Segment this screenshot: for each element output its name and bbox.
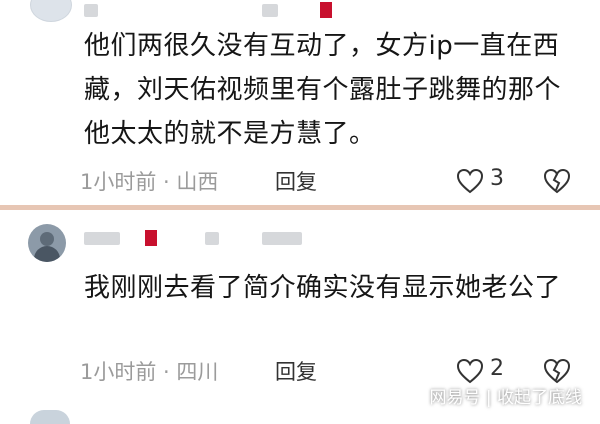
blurred-badge [205,232,219,245]
like-count: 2 [490,356,504,381]
user-badge-icon [320,2,332,18]
blurred-username [84,4,98,17]
like-icon[interactable] [456,168,484,194]
reply-button[interactable]: 回复 [275,166,317,196]
comment-text: 他们两很久没有互动了，女方ip一直在西藏，刘天佑视频里有个露肚子跳舞的那个他太太… [84,31,562,149]
user-avatar[interactable] [28,224,66,262]
comment-text: 我刚刚去看了简介确实没有显示她老公了 [84,273,562,303]
comment-meta: 1小时前 · 四川 [80,360,219,384]
broken-heart-icon[interactable] [543,168,571,194]
user-avatar[interactable] [30,0,72,22]
next-comment-avatar [30,410,70,424]
comment-item-1: 他们两很久没有互动了，女方ip一直在西藏，刘天佑视频里有个露肚子跳舞的那个他太太… [0,0,600,205]
like-icon[interactable] [456,358,484,384]
blurred-level [262,232,302,245]
reply-button[interactable]: 回复 [275,356,317,386]
user-badge-icon [145,230,157,246]
blurred-username [84,232,120,245]
watermark-text: 网易号 | 收起了底线 [429,388,582,408]
comment-meta: 1小时前 · 山西 [80,170,219,194]
blurred-badge [262,4,278,17]
like-count: 3 [490,166,504,191]
broken-heart-icon[interactable] [543,358,571,384]
comment-item-2: 我刚刚去看了简介确实没有显示她老公了 1小时前 · 四川 回复 2 [0,210,600,400]
